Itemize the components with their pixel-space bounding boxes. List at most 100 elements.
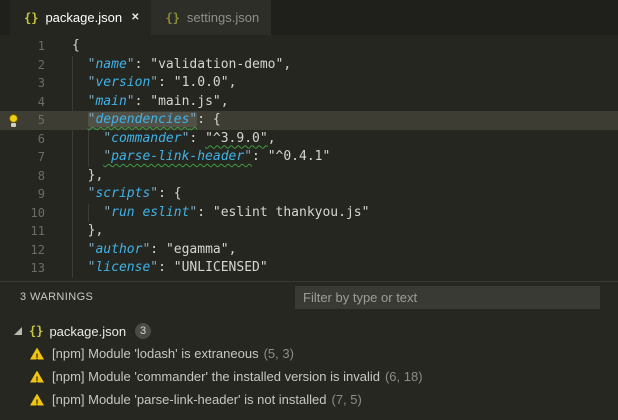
code-token: , bbox=[220, 93, 229, 109]
warning-message: [npm] Module 'parse-link-header' is not … bbox=[52, 392, 327, 407]
code-token: , bbox=[228, 75, 237, 90]
code-token: }, bbox=[72, 167, 104, 183]
code-token: , bbox=[267, 130, 276, 146]
code-token: : bbox=[150, 241, 166, 257]
code-line[interactable]: 4 "main": "main.js", bbox=[0, 92, 618, 112]
json-file-icon: {} bbox=[29, 324, 44, 338]
code-line[interactable]: 10 "run eslint": "eslint thankyou.js" bbox=[0, 203, 618, 223]
code-text: }, bbox=[72, 166, 104, 185]
code-token: : bbox=[134, 56, 151, 72]
warning-item[interactable]: [npm] Module 'lodash' is extraneous (5, … bbox=[0, 342, 618, 365]
code-token: "egamma" bbox=[165, 241, 229, 257]
code-text: }, bbox=[72, 222, 103, 241]
glyph-margin bbox=[0, 204, 26, 223]
line-number[interactable]: 11 bbox=[26, 222, 45, 241]
indent-guide bbox=[72, 74, 73, 93]
expand-arrow-icon[interactable] bbox=[14, 327, 22, 335]
code-token: : bbox=[189, 130, 206, 146]
indent-guide bbox=[72, 129, 73, 148]
warning-icon bbox=[30, 393, 44, 406]
code-line[interactable]: 6 "commander": "^3.9.0", bbox=[0, 129, 618, 149]
indent-guide bbox=[72, 55, 73, 74]
tree-item-package-json[interactable]: {} package.json 3 bbox=[0, 320, 618, 342]
indent-guide bbox=[87, 129, 89, 148]
code-text: "author": "egamma", bbox=[72, 240, 236, 259]
code-line[interactable]: 3 "version": "1.0.0", bbox=[0, 74, 618, 93]
glyph-margin bbox=[0, 185, 26, 204]
code-text: "name": "validation-demo", bbox=[72, 55, 292, 74]
tab-settings-json[interactable]: {} settings.json bbox=[151, 0, 272, 35]
code-token: "^0.4.1" bbox=[267, 149, 331, 164]
indent-guide bbox=[72, 148, 73, 167]
line-number[interactable]: 4 bbox=[26, 93, 45, 112]
code-line[interactable]: 2 "name": "validation-demo", bbox=[0, 55, 618, 75]
vscode-window: {} package.json ✕ {} settings.json 1{2 "… bbox=[0, 0, 618, 420]
warning-position: (7, 5) bbox=[331, 392, 362, 407]
line-number[interactable]: 3 bbox=[26, 74, 45, 93]
indent-guide bbox=[72, 222, 73, 241]
code-text: "dependencies": { bbox=[72, 111, 221, 130]
line-number[interactable]: 2 bbox=[26, 56, 45, 75]
warning-item[interactable]: [npm] Module 'commander' the installed v… bbox=[0, 365, 618, 388]
code-line[interactable]: 8 }, bbox=[0, 166, 618, 186]
glyph-margin bbox=[0, 259, 26, 278]
code-line[interactable]: 5 "dependencies": { bbox=[0, 111, 618, 130]
tab-package-json[interactable]: {} package.json ✕ bbox=[10, 0, 152, 35]
code-token: "eslint thankyou.js" bbox=[212, 204, 370, 220]
line-number[interactable]: 7 bbox=[26, 148, 45, 167]
code-token: "dependencies" bbox=[87, 112, 198, 127]
warning-message: [npm] Module 'lodash' is extraneous bbox=[52, 346, 259, 361]
tab-label: package.json bbox=[45, 10, 123, 25]
code-line[interactable]: 7 "parse-link-header": "^0.4.1" bbox=[0, 148, 618, 167]
glyph-margin bbox=[0, 167, 26, 186]
code-token: : { bbox=[197, 112, 221, 127]
glyph-margin bbox=[0, 74, 26, 93]
line-number[interactable]: 1 bbox=[26, 37, 45, 56]
line-number[interactable]: 5 bbox=[26, 111, 45, 130]
glyph-margin bbox=[0, 222, 26, 241]
warning-item[interactable]: [npm] Module 'parse-link-header' is not … bbox=[0, 388, 618, 411]
code-token: "main" bbox=[87, 93, 135, 109]
indent-guide bbox=[72, 259, 73, 278]
lightbulb-icon[interactable] bbox=[0, 111, 26, 130]
line-number[interactable]: 12 bbox=[26, 241, 45, 260]
code-token: "main.js" bbox=[150, 93, 221, 109]
indent-guide bbox=[87, 203, 89, 222]
json-file-icon: {} bbox=[24, 10, 39, 25]
indent-guide bbox=[72, 240, 73, 259]
line-number[interactable]: 9 bbox=[26, 185, 45, 204]
code-line[interactable]: 1{ bbox=[0, 37, 618, 56]
code-token: { bbox=[72, 38, 80, 53]
code-line[interactable]: 13 "license": "UNLICENSED" bbox=[0, 259, 618, 278]
glyph-margin bbox=[0, 93, 26, 112]
editor[interactable]: 1{2 "name": "validation-demo", 3 "version… bbox=[0, 35, 618, 281]
code-token: : bbox=[158, 260, 174, 275]
problems-panel-header: 3 WARNINGS bbox=[0, 282, 618, 313]
problems-filter-input[interactable] bbox=[295, 286, 600, 309]
code-line[interactable]: 12 "author": "egamma", bbox=[0, 240, 618, 260]
warnings-count-label: 3 WARNINGS bbox=[20, 291, 94, 303]
code-token: "name" bbox=[87, 56, 135, 72]
code-line[interactable]: 9 "scripts": { bbox=[0, 185, 618, 204]
code-text: "commander": "^3.9.0", bbox=[72, 129, 276, 148]
problem-count-badge: 3 bbox=[135, 323, 152, 339]
line-number[interactable]: 8 bbox=[26, 167, 45, 186]
close-icon[interactable]: ✕ bbox=[131, 12, 139, 23]
line-number[interactable]: 10 bbox=[26, 204, 45, 223]
code-token: "commander" bbox=[103, 130, 190, 146]
line-number[interactable]: 6 bbox=[26, 130, 45, 149]
problems-tree: {} package.json 3 [npm] Module 'lodash' … bbox=[0, 320, 618, 411]
code-token: : bbox=[197, 204, 213, 220]
code-token: , bbox=[283, 56, 292, 72]
code-token: : bbox=[252, 149, 268, 164]
code-token: : bbox=[134, 93, 151, 109]
problems-panel: 3 WARNINGS {} package.json 3 [npm] Modul… bbox=[0, 281, 618, 420]
line-number[interactable]: 13 bbox=[26, 259, 45, 278]
code-line[interactable]: 11 }, bbox=[0, 222, 618, 241]
warning-position: (6, 18) bbox=[384, 369, 423, 384]
